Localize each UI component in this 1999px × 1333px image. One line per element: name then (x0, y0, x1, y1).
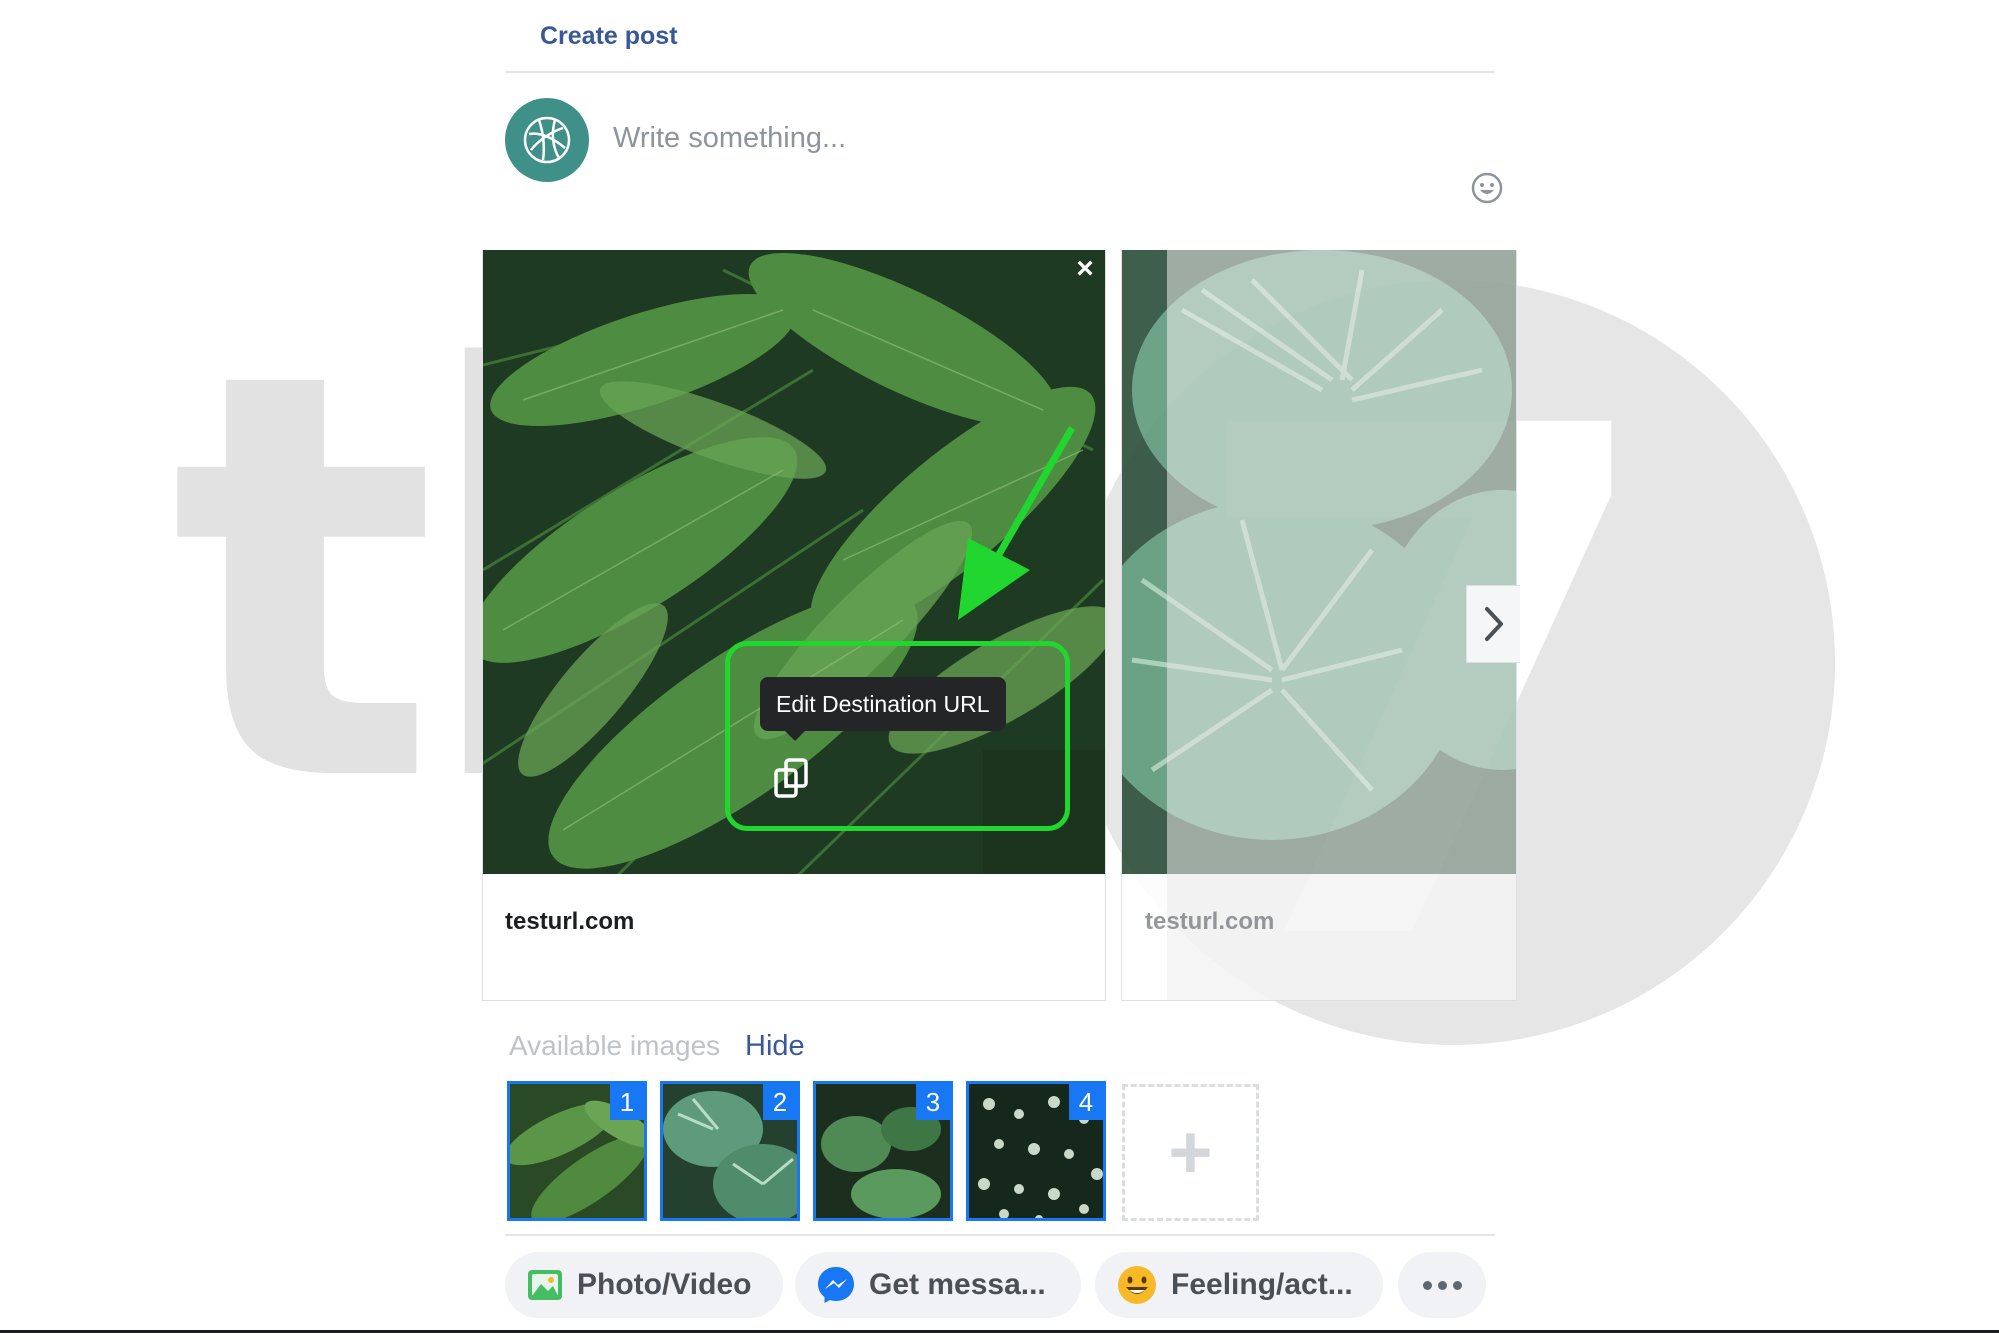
thumbnail-number: 1 (610, 1084, 644, 1120)
action-label: Feeling/act... (1171, 1268, 1353, 1301)
leaf-logo-icon (523, 116, 571, 164)
edit-url-tooltip: Edit Destination URL (760, 677, 1006, 741)
action-label: Photo/Video (577, 1268, 752, 1301)
thumbnail-1[interactable]: 1 (507, 1081, 647, 1221)
thumbnail-number: 3 (916, 1084, 950, 1120)
available-images-label: Available images (509, 1030, 721, 1061)
actions-divider (505, 1234, 1495, 1236)
card-url-1: testurl.com (505, 908, 635, 935)
avatar[interactable] (505, 98, 589, 182)
thumbnail-number: 4 (1069, 1084, 1103, 1120)
post-text-input[interactable]: Write something... (613, 122, 846, 155)
photo-video-button[interactable]: Photo/Video (505, 1252, 783, 1318)
photo-icon (528, 1270, 562, 1300)
action-label: Get messa... (869, 1268, 1046, 1301)
get-messages-button[interactable]: Get messa... (795, 1252, 1081, 1318)
smiley-emoji-icon (1118, 1266, 1156, 1304)
add-image-button[interactable]: + (1122, 1084, 1259, 1221)
edit-destination-url-button[interactable] (766, 752, 818, 804)
messenger-icon (818, 1267, 854, 1303)
card-url-2: testurl.com (1145, 908, 1275, 935)
close-icon[interactable]: × (1072, 254, 1098, 284)
header-divider (505, 71, 1495, 73)
thumbnail-2[interactable]: 2 (660, 1081, 800, 1221)
more-dot (1422, 1280, 1432, 1290)
more-dot (1437, 1280, 1447, 1290)
annotation-arrow (958, 426, 1076, 620)
thumbnail-4[interactable]: 4 (966, 1081, 1106, 1221)
thumbnail-number: 2 (763, 1084, 797, 1120)
copy-link-icon (774, 758, 808, 798)
screenshot-stage: th 7 Create post Write something... (0, 0, 1999, 1333)
more-options-button[interactable] (1398, 1252, 1486, 1318)
create-post-tab[interactable]: Create post (540, 22, 678, 51)
smiley-icon (1471, 172, 1503, 204)
carousel-next-button[interactable] (1466, 585, 1520, 663)
hide-images-link[interactable]: Hide (745, 1030, 805, 1063)
chevron-right-icon (1484, 607, 1503, 641)
carousel-card-2[interactable]: testurl.com (1121, 250, 1517, 1001)
feeling-activity-button[interactable]: Feeling/act... (1095, 1252, 1383, 1318)
watermark-overlay (1167, 250, 1516, 1000)
thumbnail-3[interactable]: 3 (813, 1081, 953, 1221)
emoji-button[interactable] (1469, 170, 1505, 206)
more-dot (1452, 1280, 1462, 1290)
